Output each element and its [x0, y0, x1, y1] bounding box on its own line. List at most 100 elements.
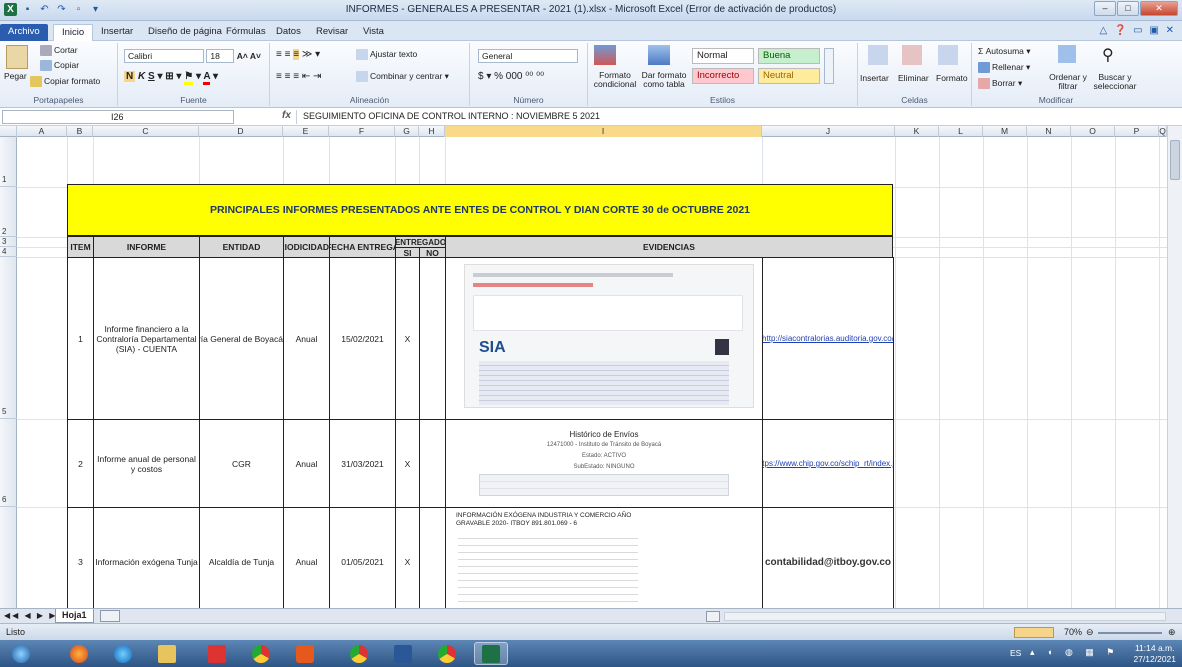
header-evidencias[interactable]: EVIDENCIAS: [445, 236, 893, 258]
copy-button[interactable]: Copiar: [40, 60, 79, 72]
fill-button[interactable]: Rellenar ▾: [978, 62, 1030, 74]
conditional-format-button[interactable]: Formato condicional: [590, 71, 640, 89]
column-header[interactable]: H: [419, 126, 445, 137]
no-cell[interactable]: [419, 507, 446, 608]
entidad-cell[interactable]: CGR: [199, 419, 284, 508]
row-header[interactable]: 2: [0, 187, 17, 237]
split-handle[interactable]: [706, 611, 720, 622]
horizontal-scrollbar[interactable]: [724, 612, 1166, 621]
spreadsheet-grid[interactable]: PRINCIPALES INFORMES PRESENTADOS ANTE EN…: [17, 137, 1167, 608]
styles-scroll[interactable]: [824, 48, 834, 84]
style-good[interactable]: Buena: [758, 48, 820, 64]
paste-button[interactable]: Pegar: [4, 71, 27, 81]
item-cell[interactable]: 3: [67, 507, 94, 608]
snipping-icon[interactable]: [200, 642, 234, 665]
link-cell[interactable]: contabilidad@itboy.gov.co: [762, 507, 894, 608]
scroll-thumb[interactable]: [1170, 140, 1180, 180]
select-all-corner[interactable]: [0, 126, 17, 137]
format-cells-icon[interactable]: [938, 45, 958, 65]
fx-icon[interactable]: fx: [282, 110, 291, 121]
tab-archivo[interactable]: Archivo: [0, 24, 48, 41]
row-header[interactable]: 1: [0, 137, 17, 187]
clear-button[interactable]: Borrar ▾: [978, 78, 1022, 90]
start-button[interactable]: [4, 642, 38, 665]
row-header[interactable]: 6: [0, 419, 17, 507]
zoom-in-button[interactable]: ⊕: [1168, 627, 1176, 638]
grow-font-icon[interactable]: A˄ A˅: [237, 51, 261, 61]
column-header[interactable]: A: [17, 126, 67, 137]
row-header[interactable]: 5: [0, 257, 17, 419]
insert-button[interactable]: Insertar: [860, 73, 889, 83]
column-header[interactable]: I: [445, 126, 762, 137]
formula-input[interactable]: SEGUIMIENTO OFICINA DE CONTROL INTERNO :…: [296, 110, 1178, 124]
bold-italic-underline-buttons[interactable]: N K S ▾ ⊞ ▾ ⚑ ▾ A ▾: [124, 71, 218, 85]
find-select-button[interactable]: Buscar y seleccionar: [1090, 73, 1140, 91]
conditional-format-icon[interactable]: [594, 45, 616, 65]
informe-cell[interactable]: Informe financiero a la Contraloría Depa…: [93, 257, 200, 420]
sheet-tab-hoja1[interactable]: Hoja1: [55, 609, 94, 623]
delete-button[interactable]: Eliminar: [898, 73, 929, 83]
font-size-dropdown[interactable]: 18: [206, 49, 235, 63]
tray-icons[interactable]: ▴ ◖ ◍ ▦ ⚑: [1030, 647, 1119, 658]
tab-revisar[interactable]: Revisar: [308, 24, 356, 41]
format-button[interactable]: Formato: [936, 73, 968, 83]
format-painter-button[interactable]: Copiar formato: [30, 76, 100, 88]
si-cell[interactable]: X: [395, 419, 420, 508]
link-cell[interactable]: https://www.chip.gov.co/schip_rt/index.j…: [762, 419, 894, 508]
header-informe[interactable]: INFORME: [93, 236, 200, 258]
maximize-button[interactable]: □: [1117, 1, 1139, 16]
name-box[interactable]: I26: [2, 110, 234, 124]
insert-cells-icon[interactable]: [868, 45, 888, 65]
column-header[interactable]: C: [93, 126, 199, 137]
help-icon[interactable]: △ ❓ ▭ ▣ ✕: [1099, 25, 1176, 36]
link-cell[interactable]: http://siacontralorias.auditoria.gov.co/: [762, 257, 894, 420]
media-icon[interactable]: [288, 642, 322, 665]
si-cell[interactable]: X: [395, 257, 420, 420]
ie-icon[interactable]: [106, 642, 140, 665]
evidence-cell[interactable]: Histórico de Envíos 12471000 - Instituto…: [445, 419, 763, 508]
informe-cell[interactable]: Informe anual de personal y costos: [93, 419, 200, 508]
cut-button[interactable]: Cortar: [40, 45, 78, 57]
tab-insertar[interactable]: Insertar: [93, 24, 141, 41]
style-normal[interactable]: Normal: [692, 48, 754, 64]
zoom-level[interactable]: 70%: [1064, 627, 1082, 637]
evidence-cell[interactable]: INFORMACIÓN EXÓGENA INDUSTRIA Y COMERCIO…: [445, 507, 763, 608]
tab-diseno[interactable]: Diseño de página: [140, 24, 230, 41]
informe-cell[interactable]: Información exógena Tunja: [93, 507, 200, 608]
si-cell[interactable]: X: [395, 507, 420, 608]
column-header[interactable]: O: [1071, 126, 1115, 137]
align-top-buttons[interactable]: ≡ ≡ ≡ ≫ ▾: [276, 49, 320, 60]
column-header[interactable]: Q: [1159, 126, 1167, 137]
format-as-table-button[interactable]: Dar formato como tabla: [640, 71, 688, 89]
chrome-icon[interactable]: [244, 642, 278, 665]
style-bad[interactable]: Incorrecto: [692, 68, 754, 84]
number-format-buttons[interactable]: $ ▾ % 000 ⁰⁰ ⁰⁰: [478, 71, 544, 82]
number-format-dropdown[interactable]: General: [478, 49, 578, 63]
autosum-button[interactable]: Σ Autosuma ▾: [978, 46, 1031, 57]
evidence-email[interactable]: contabilidad@itboy.gov.co: [765, 557, 891, 568]
row-header[interactable]: 4: [0, 247, 17, 257]
chrome-profile-icon[interactable]: [430, 642, 464, 665]
column-header[interactable]: M: [983, 126, 1027, 137]
language-indicator[interactable]: ES: [1010, 648, 1021, 658]
column-header[interactable]: B: [67, 126, 93, 137]
delete-cells-icon[interactable]: [902, 45, 922, 65]
taskbar-clock[interactable]: 11:14 a.m. 27/12/2021: [1133, 643, 1176, 665]
tab-vista[interactable]: Vista: [355, 24, 392, 41]
new-sheet-icon[interactable]: [100, 610, 120, 622]
align-buttons[interactable]: ≡ ≡ ≡ ⇤ ⇥: [276, 71, 321, 82]
merge-center-button[interactable]: Combinar y centrar ▾: [356, 71, 449, 83]
vertical-scrollbar[interactable]: [1167, 126, 1182, 608]
column-header[interactable]: L: [939, 126, 983, 137]
sort-filter-icon[interactable]: [1058, 45, 1076, 63]
no-cell[interactable]: [419, 419, 446, 508]
header-entidad[interactable]: ENTIDAD: [199, 236, 284, 258]
row-header[interactable]: 3: [0, 237, 17, 247]
chrome-dev-icon[interactable]: [342, 642, 376, 665]
font-name-dropdown[interactable]: Calibri: [124, 49, 204, 63]
column-header[interactable]: G: [395, 126, 419, 137]
entidad-cell[interactable]: Contraloría General de Boyacá: [199, 257, 284, 420]
excel-taskbar-icon[interactable]: [474, 642, 508, 665]
item-cell[interactable]: 2: [67, 419, 94, 508]
header-periodicidad[interactable]: PERIODICIDAD: [283, 236, 330, 258]
